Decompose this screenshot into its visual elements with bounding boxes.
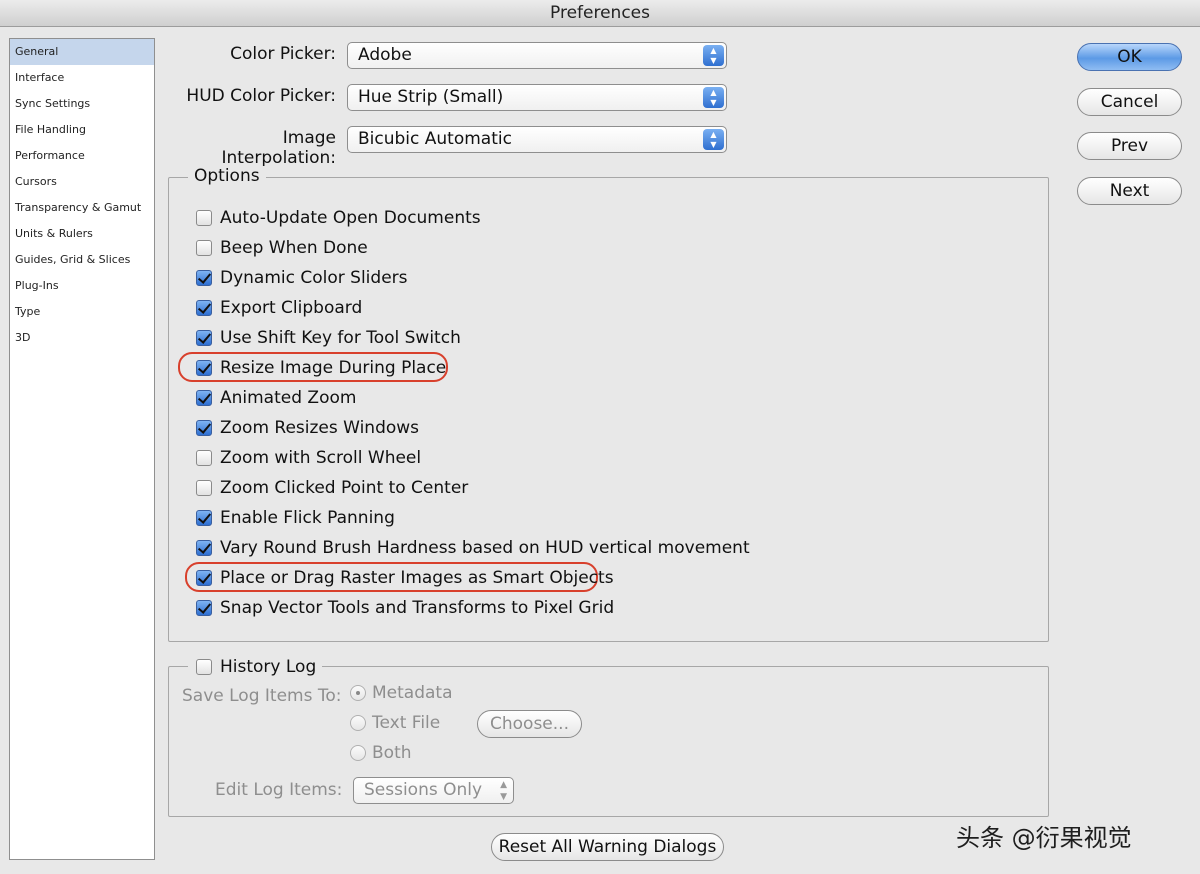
checkbox[interactable] (196, 659, 212, 675)
radio-button-selected[interactable] (350, 685, 366, 701)
radio-button[interactable] (350, 715, 366, 731)
option-export-clipboard[interactable]: Export Clipboard (196, 296, 362, 320)
option-label: Vary Round Brush Hardness based on HUD v… (220, 538, 750, 558)
option-label: Zoom Resizes Windows (220, 418, 420, 438)
option-label: Export Clipboard (220, 298, 363, 318)
image-interpolation-value: Bicubic Automatic (358, 129, 512, 149)
checkbox-checked[interactable] (196, 300, 212, 316)
dropdown-arrows-icon: ▲ ▼ (500, 780, 507, 802)
checkbox[interactable] (196, 450, 212, 466)
option-snap-vector-tools[interactable]: Snap Vector Tools and Transforms to Pixe… (196, 596, 614, 620)
radio-label: Both (372, 743, 412, 763)
sidebar-item-general[interactable]: General (10, 39, 154, 65)
option-animated-zoom[interactable]: Animated Zoom (196, 386, 356, 410)
sidebar-item-sync-settings[interactable]: Sync Settings (10, 91, 154, 117)
radio-both[interactable]: Both (350, 742, 412, 764)
sidebar-item-plug-ins[interactable]: Plug-Ins (10, 273, 154, 299)
checkbox-checked[interactable] (196, 330, 212, 346)
option-label: Use Shift Key for Tool Switch (220, 328, 461, 348)
sidebar-item-guides-grid-slices[interactable]: Guides, Grid & Slices (10, 247, 154, 273)
option-use-shift-key[interactable]: Use Shift Key for Tool Switch (196, 326, 461, 350)
hud-color-picker-label: HUD Color Picker: (186, 86, 336, 106)
dropdown-arrows-icon: ▲ ▼ (703, 129, 724, 150)
option-zoom-resizes-windows[interactable]: Zoom Resizes Windows (196, 416, 419, 440)
next-button[interactable]: Next (1077, 177, 1182, 205)
image-interpolation-label: Image Interpolation: (221, 128, 336, 168)
option-enable-flick-panning[interactable]: Enable Flick Panning (196, 506, 395, 530)
radio-label: Metadata (372, 683, 453, 703)
dropdown-arrows-icon: ▲ ▼ (703, 45, 724, 66)
hud-color-picker-value: Hue Strip (Small) (358, 87, 504, 107)
option-auto-update-open-documents[interactable]: Auto-Update Open Documents (196, 206, 481, 230)
history-log-toggle[interactable]: History Log (188, 655, 323, 679)
choose-button[interactable]: Choose... (477, 710, 582, 738)
sidebar-item-3d[interactable]: 3D (10, 325, 154, 351)
checkbox-checked[interactable] (196, 420, 212, 436)
hud-color-picker-select[interactable]: Hue Strip (Small) ▲ ▼ (347, 84, 727, 111)
option-label: Snap Vector Tools and Transforms to Pixe… (220, 598, 615, 618)
sidebar-item-interface[interactable]: Interface (10, 65, 154, 91)
history-log-title: History Log (220, 657, 317, 677)
option-label: Zoom with Scroll Wheel (220, 448, 422, 468)
sidebar-item-file-handling[interactable]: File Handling (10, 117, 154, 143)
color-picker-value: Adobe (358, 45, 412, 65)
option-label: Resize Image During Place (220, 358, 447, 378)
reset-warning-dialogs-button[interactable]: Reset All Warning Dialogs (491, 833, 724, 861)
prev-button[interactable]: Prev (1077, 132, 1182, 160)
checkbox-checked[interactable] (196, 390, 212, 406)
checkbox-checked[interactable] (196, 600, 212, 616)
checkbox-checked[interactable] (196, 540, 212, 556)
options-group-title: Options (188, 166, 266, 186)
edit-log-items-value: Sessions Only (364, 780, 483, 800)
checkbox[interactable] (196, 480, 212, 496)
sidebar-item-transparency-gamut[interactable]: Transparency & Gamut (10, 195, 154, 221)
color-picker-label: Color Picker: (230, 44, 336, 64)
option-zoom-clicked-point-to-center[interactable]: Zoom Clicked Point to Center (196, 476, 468, 500)
radio-label: Text File (372, 713, 441, 733)
checkbox-checked[interactable] (196, 510, 212, 526)
option-zoom-with-scroll-wheel[interactable]: Zoom with Scroll Wheel (196, 446, 421, 470)
checkbox-checked[interactable] (196, 270, 212, 286)
color-picker-select[interactable]: Adobe ▲ ▼ (347, 42, 727, 69)
save-log-items-label: Save Log Items To: (182, 686, 342, 706)
sidebar-item-units-rulers[interactable]: Units & Rulers (10, 221, 154, 247)
edit-log-items-label: Edit Log Items: (215, 780, 343, 800)
edit-log-items-select[interactable]: Sessions Only ▲ ▼ (353, 777, 514, 804)
option-label: Zoom Clicked Point to Center (220, 478, 469, 498)
option-beep-when-done[interactable]: Beep When Done (196, 236, 368, 260)
radio-button[interactable] (350, 745, 366, 761)
category-sidebar: General Interface Sync Settings File Han… (9, 38, 155, 860)
option-label: Auto-Update Open Documents (220, 208, 481, 228)
option-label: Enable Flick Panning (220, 508, 395, 528)
window-title: Preferences (0, 0, 1200, 27)
cancel-button[interactable]: Cancel (1077, 88, 1182, 116)
dropdown-arrows-icon: ▲ ▼ (703, 87, 724, 108)
option-label: Dynamic Color Sliders (220, 268, 408, 288)
radio-text-file[interactable]: Text File (350, 712, 440, 734)
ok-button[interactable]: OK (1077, 43, 1182, 71)
radio-metadata[interactable]: Metadata (350, 682, 453, 704)
watermark-text: 头条 @衍果视觉 (956, 824, 1132, 852)
checkbox[interactable] (196, 210, 212, 226)
checkbox-checked[interactable] (196, 360, 212, 376)
option-label: Place or Drag Raster Images as Smart Obj… (220, 568, 614, 588)
checkbox-checked[interactable] (196, 570, 212, 586)
checkbox[interactable] (196, 240, 212, 256)
option-dynamic-color-sliders[interactable]: Dynamic Color Sliders (196, 266, 408, 290)
option-vary-round-brush-hardness[interactable]: Vary Round Brush Hardness based on HUD v… (196, 536, 750, 560)
image-interpolation-select[interactable]: Bicubic Automatic ▲ ▼ (347, 126, 727, 153)
sidebar-item-performance[interactable]: Performance (10, 143, 154, 169)
option-label: Animated Zoom (220, 388, 357, 408)
sidebar-item-type[interactable]: Type (10, 299, 154, 325)
sidebar-item-cursors[interactable]: Cursors (10, 169, 154, 195)
option-place-as-smart-objects[interactable]: Place or Drag Raster Images as Smart Obj… (196, 566, 614, 590)
option-resize-image-during-place[interactable]: Resize Image During Place (196, 356, 446, 380)
option-label: Beep When Done (220, 238, 368, 258)
